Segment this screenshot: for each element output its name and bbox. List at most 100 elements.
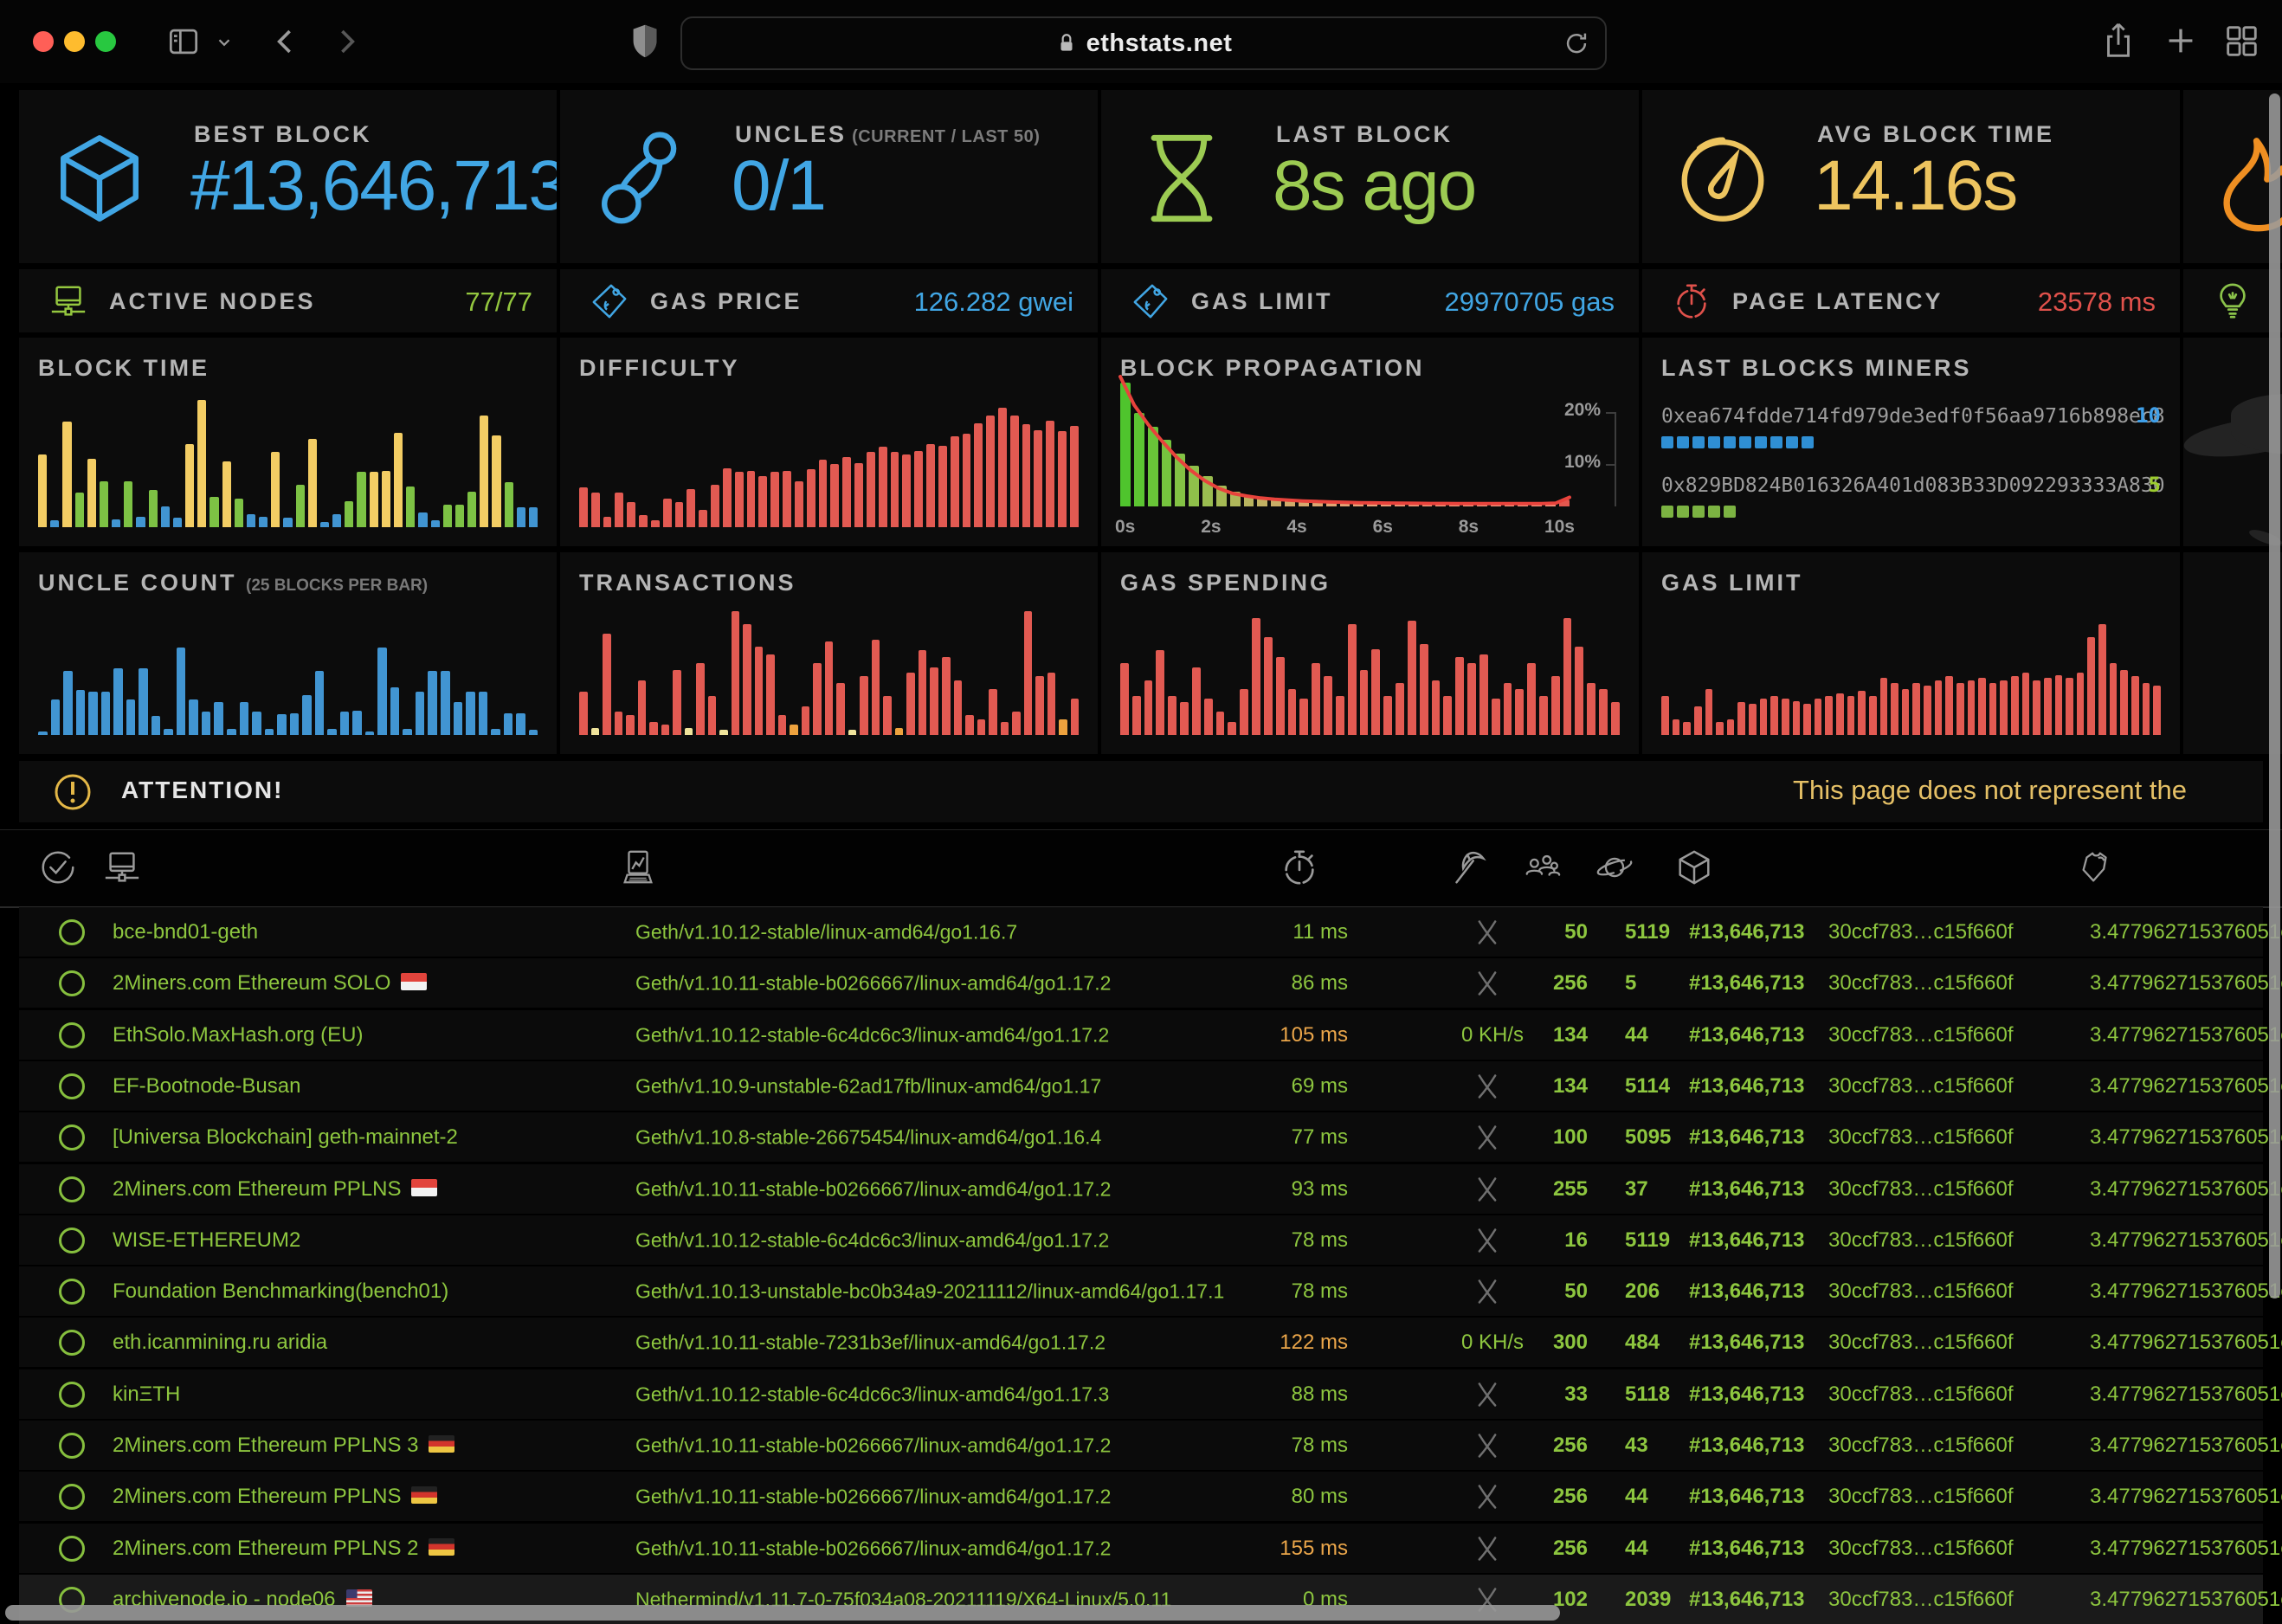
node-name[interactable]: 2Miners.com Ethereum PPLNS 3 xyxy=(113,1434,454,1458)
node-block-hash[interactable]: 30ccf783…c15f660f xyxy=(1828,971,2013,996)
laptop-chart-icon[interactable] xyxy=(618,847,658,887)
horizontal-scrollbar[interactable] xyxy=(5,1605,1560,1621)
sidebar-toggle-icon[interactable] xyxy=(164,23,203,61)
node-best-block[interactable]: #13,646,713 xyxy=(1689,971,1804,996)
y-tick-label: 20% xyxy=(1564,400,1601,421)
difficulty-chart xyxy=(579,408,1079,527)
node-best-block[interactable]: #13,646,713 xyxy=(1689,1023,1804,1047)
back-button[interactable] xyxy=(267,23,305,61)
table-header xyxy=(0,829,2282,908)
people-icon[interactable] xyxy=(1522,847,1562,887)
chart-bar xyxy=(819,460,828,527)
node-best-block[interactable]: #13,646,713 xyxy=(1689,1485,1804,1509)
chart-bar xyxy=(332,514,341,527)
refresh-button[interactable] xyxy=(1562,29,1591,62)
node-name[interactable]: kinΞTH xyxy=(113,1382,180,1407)
stopwatch-icon[interactable] xyxy=(1280,847,1319,887)
node-block-hash[interactable]: 30ccf783…c15f660f xyxy=(1828,1588,2013,1612)
node-best-block[interactable]: #13,646,713 xyxy=(1689,1074,1804,1099)
node-name[interactable]: eth.icanmining.ru aridia xyxy=(113,1331,327,1355)
chart-bar xyxy=(883,696,892,735)
url-bar[interactable]: ethstats.net xyxy=(680,16,1607,70)
miner-block-count: 5 xyxy=(2149,473,2161,497)
node-status-icon xyxy=(59,1228,85,1253)
chart-bar xyxy=(735,472,744,527)
chart-bar xyxy=(164,729,173,735)
stat-label: AVG BLOCK TIME xyxy=(1817,121,2054,148)
node-version: Geth/v1.10.11-stable-b0266667/linux-amd6… xyxy=(635,1177,1111,1201)
node-block-hash[interactable]: 30ccf783…c15f660f xyxy=(1828,1228,2013,1253)
share-button[interactable] xyxy=(2098,21,2138,61)
chart-bar xyxy=(1716,722,1724,735)
node-block-hash[interactable]: 30ccf783…c15f660f xyxy=(1828,1177,2013,1202)
node-status-icon xyxy=(59,1176,85,1202)
node-best-block[interactable]: #13,646,713 xyxy=(1689,920,1804,944)
minimize-window-button[interactable] xyxy=(64,31,85,52)
chart-bar xyxy=(382,471,390,527)
node-name[interactable]: WISE-ETHEREUM2 xyxy=(113,1228,300,1253)
node-block-hash[interactable]: 30ccf783…c15f660f xyxy=(1828,920,2013,944)
node-best-block[interactable]: #13,646,713 xyxy=(1689,1331,1804,1355)
miner-address[interactable]: 0x829BD824B016326A401d083B33D092293333A8… xyxy=(1661,474,2165,497)
node-name[interactable]: 2Miners.com Ethereum SOLO xyxy=(113,971,427,996)
node-name[interactable]: 2Miners.com Ethereum PPLNS xyxy=(113,1177,437,1202)
tab-overview-button[interactable] xyxy=(2221,21,2261,61)
node-name[interactable]: 2Miners.com Ethereum PPLNS 2 xyxy=(113,1537,454,1561)
node-best-block[interactable]: #13,646,713 xyxy=(1689,1537,1804,1561)
node-block-hash[interactable]: 30ccf783…c15f660f xyxy=(1828,1125,2013,1150)
chart-bar xyxy=(271,452,280,527)
node-best-block[interactable]: #13,646,713 xyxy=(1689,1382,1804,1407)
chart-bar xyxy=(1422,504,1433,506)
chart-bar xyxy=(418,512,427,527)
node-name[interactable]: Foundation Benchmarking(bench01) xyxy=(113,1279,448,1304)
saturn-icon[interactable] xyxy=(1595,847,1634,887)
node-block-hash[interactable]: 30ccf783…c15f660f xyxy=(1828,1074,2013,1099)
clock-check-icon[interactable] xyxy=(38,847,78,887)
chart-bar xyxy=(1180,702,1189,735)
chart-bar xyxy=(467,492,476,527)
chart-bar xyxy=(88,692,98,735)
zoom-window-button[interactable] xyxy=(95,31,116,52)
vertical-scrollbar[interactable] xyxy=(2269,93,2280,1299)
node-total-difficulty: 3.477962715376051e+2 xyxy=(2090,1228,2282,1253)
node-block-hash[interactable]: 30ccf783…c15f660f xyxy=(1828,1537,2013,1561)
node-monitor-icon[interactable] xyxy=(102,847,142,887)
node-block-hash[interactable]: 30ccf783…c15f660f xyxy=(1828,1279,2013,1304)
node-block-hash[interactable]: 30ccf783…c15f660f xyxy=(1828,1382,2013,1407)
node-best-block[interactable]: #13,646,713 xyxy=(1689,1434,1804,1458)
node-best-block[interactable]: #13,646,713 xyxy=(1689,1125,1804,1150)
chevron-down-icon[interactable] xyxy=(215,33,234,52)
chart-bar xyxy=(1803,704,1811,735)
chart-bar xyxy=(989,689,997,735)
country-flag-us xyxy=(346,1589,372,1607)
close-window-button[interactable] xyxy=(33,31,54,52)
node-name[interactable]: [Universa Blockchain] geth-mainnet-2 xyxy=(113,1125,458,1150)
node-best-block[interactable]: #13,646,713 xyxy=(1689,1279,1804,1304)
chart-bar xyxy=(283,518,292,527)
node-block-hash[interactable]: 30ccf783…c15f660f xyxy=(1828,1434,2013,1458)
node-latency: 105 ms xyxy=(1222,1023,1348,1047)
chart-title: BLOCK PROPAGATION xyxy=(1120,355,1425,382)
node-best-block[interactable]: #13,646,713 xyxy=(1689,1177,1804,1202)
node-block-hash[interactable]: 30ccf783…c15f660f xyxy=(1828,1485,2013,1509)
node-block-hash[interactable]: 30ccf783…c15f660f xyxy=(1828,1023,2013,1047)
node-best-block[interactable]: #13,646,713 xyxy=(1689,1588,1804,1612)
forward-button[interactable] xyxy=(327,23,365,61)
panel-node-map-partial xyxy=(2183,338,2282,546)
node-name[interactable]: EthSolo.MaxHash.org (EU) xyxy=(113,1023,363,1047)
chart-bar xyxy=(320,522,329,527)
miner-address[interactable]: 0xea674fdde714fd979de3edf0f56aa9716b898e… xyxy=(1661,405,2165,428)
node-best-block[interactable]: #13,646,713 xyxy=(1689,1228,1804,1253)
new-tab-button[interactable] xyxy=(2161,21,2201,61)
node-block-hash[interactable]: 30ccf783…c15f660f xyxy=(1828,1331,2013,1355)
chart-bar xyxy=(954,680,963,735)
node-name[interactable]: 2Miners.com Ethereum PPLNS xyxy=(113,1485,437,1509)
puzzle-tag-icon[interactable] xyxy=(2076,847,2116,887)
node-name[interactable]: EF-Bootnode-Busan xyxy=(113,1074,300,1099)
pickaxe-icon[interactable] xyxy=(1447,847,1487,887)
chart-bar xyxy=(492,435,500,527)
node-name[interactable]: bce-bnd01-geth xyxy=(113,920,258,944)
cube-icon[interactable] xyxy=(1674,847,1714,887)
privacy-shield-icon[interactable] xyxy=(625,21,665,61)
chart-bar xyxy=(603,517,612,527)
